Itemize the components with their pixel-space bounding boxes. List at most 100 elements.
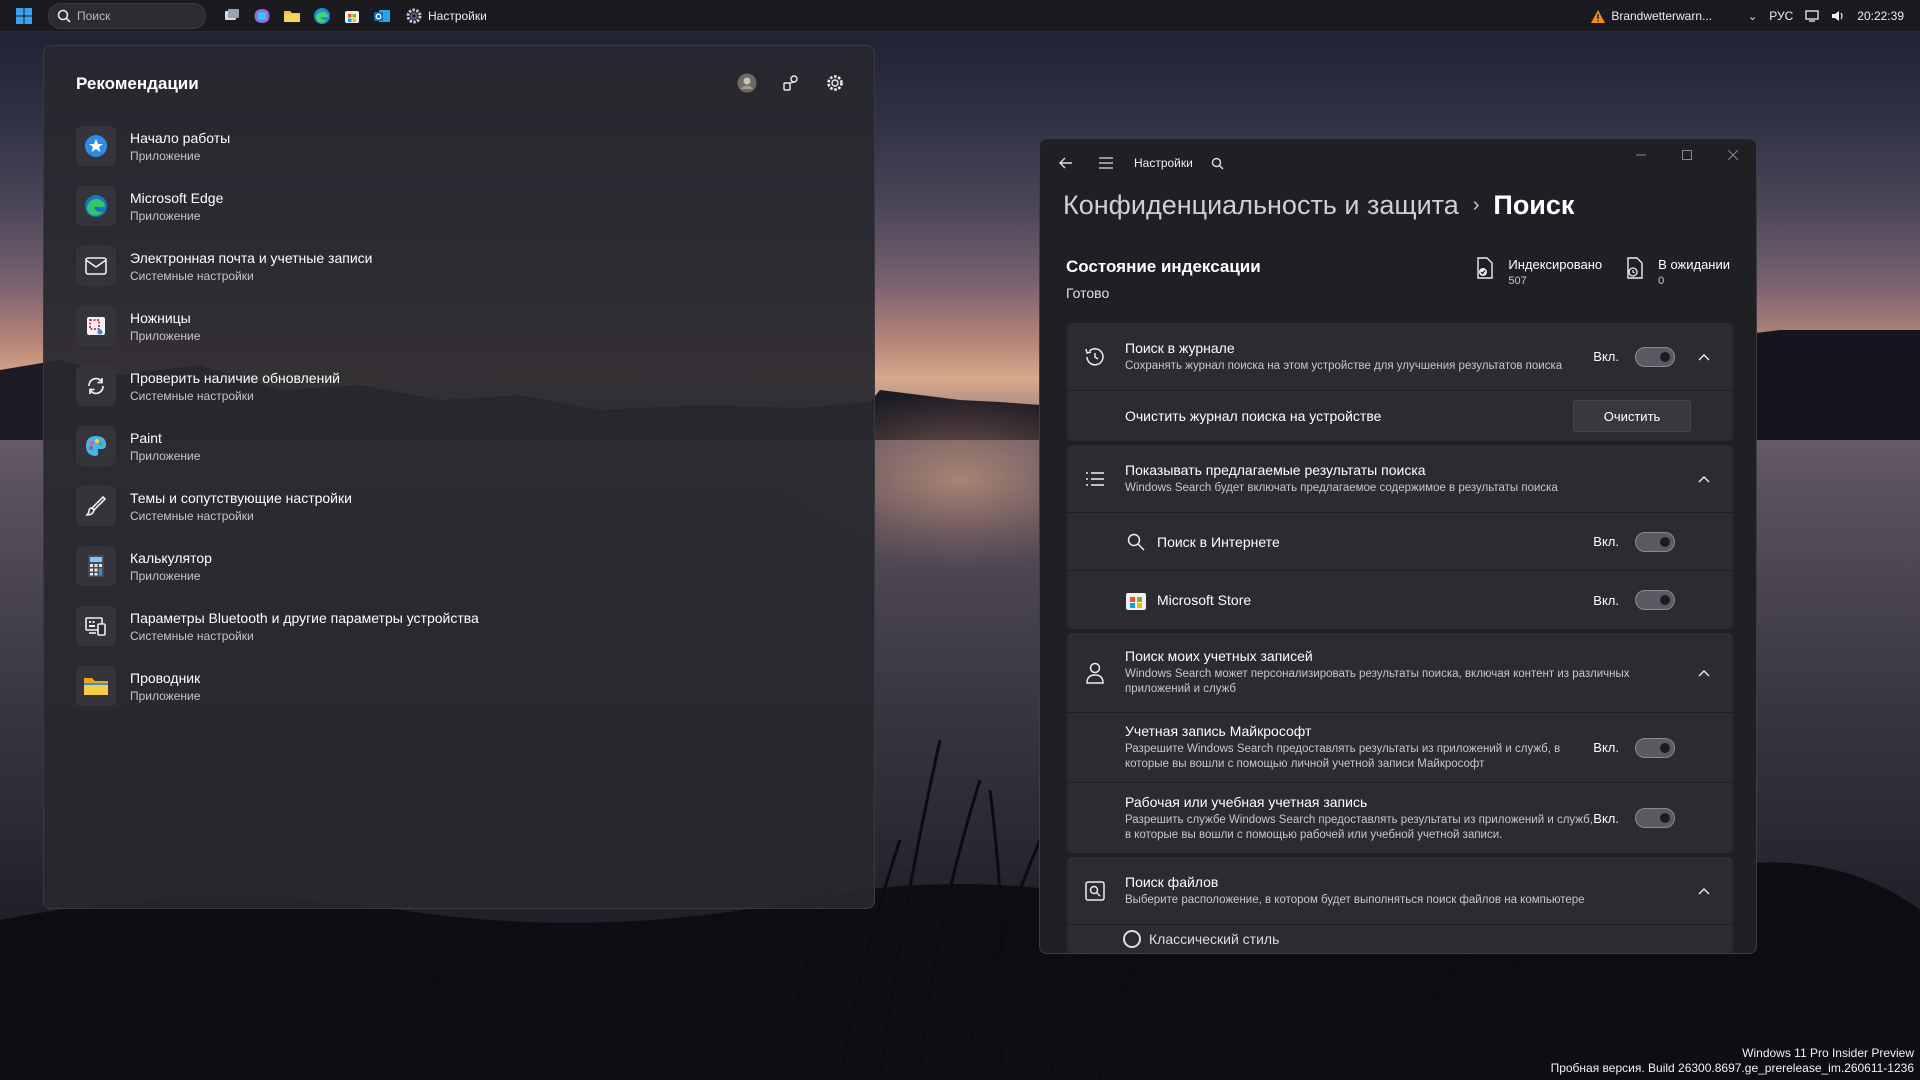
store-toggle[interactable]	[1635, 590, 1675, 610]
tray-overflow-chevron-icon[interactable]: ⌄	[1748, 10, 1757, 23]
window-controls	[1618, 139, 1756, 171]
list-item-subtitle: Приложение	[130, 448, 201, 463]
find-files-header[interactable]: Поиск файлов Выберите расположение, в ко…	[1067, 857, 1733, 925]
clock[interactable]: 20:22:39	[1857, 9, 1904, 23]
list-item-subtitle: Системные настройки	[130, 628, 254, 643]
connected-accounts-icon	[783, 75, 798, 91]
collapse-button[interactable]	[1691, 344, 1717, 370]
collapse-button[interactable]	[1691, 466, 1717, 492]
indexing-status-title: Состояние индексации	[1066, 257, 1261, 276]
list-item[interactable]: Paint Приложение	[76, 416, 836, 476]
back-arrow-icon	[1059, 157, 1072, 169]
list-item[interactable]: Калькулятор Приложение	[76, 536, 836, 596]
file-search-icon	[1081, 877, 1109, 905]
web-search-toggle[interactable]	[1635, 531, 1675, 552]
maximize-button[interactable]	[1664, 139, 1710, 171]
copilot-button[interactable]	[250, 4, 274, 28]
find-files-title: Поиск файлов	[1125, 873, 1219, 890]
search-icon	[1212, 157, 1224, 169]
settings-search-button[interactable]	[1203, 148, 1233, 178]
list-item-title: Paint	[130, 429, 162, 446]
search-icon	[1125, 531, 1147, 553]
list-item[interactable]: Электронная почта и учетные записи Систе…	[76, 236, 836, 296]
list-item[interactable]: Ножницы Приложение	[76, 296, 836, 356]
flyout-settings-button[interactable]	[824, 72, 846, 94]
weather-warning-text: Brandwetterwarn...	[1611, 9, 1713, 23]
search-history-toggle[interactable]	[1635, 346, 1675, 367]
store-button[interactable]	[340, 4, 364, 28]
page-title: Поиск	[1493, 189, 1575, 220]
find-files-card: Поиск файлов Выберите расположение, в ко…	[1067, 857, 1733, 953]
volume-icon[interactable]	[1831, 10, 1845, 22]
collapse-button[interactable]	[1691, 878, 1717, 904]
folder-icon	[76, 666, 116, 706]
search-history-header[interactable]: Поиск в журнале Сохранять журнал поиска …	[1067, 323, 1733, 391]
taskbar-settings-app[interactable]: Настройки	[400, 2, 493, 30]
chevron-up-icon	[1698, 475, 1710, 482]
close-button[interactable]	[1710, 139, 1756, 171]
radio-button[interactable]	[1123, 930, 1141, 948]
edge-button[interactable]	[310, 4, 334, 28]
navigation-menu-button[interactable]	[1086, 145, 1126, 181]
chevron-up-icon	[1698, 353, 1710, 360]
suggested-results-card: Показывать предлагаемые результаты поиск…	[1067, 445, 1733, 629]
maximize-icon	[1682, 150, 1692, 160]
settings-window: Настройки Конфиденциальность и защита › …	[1039, 138, 1757, 954]
work-account-toggle[interactable]	[1635, 808, 1675, 828]
taskbar-pinned-apps: Настройки	[220, 2, 493, 30]
weather-warning[interactable]: Brandwetterwarn...	[1591, 9, 1712, 23]
breadcrumb-parent[interactable]: Конфиденциальность и защита	[1063, 190, 1459, 221]
list-item-title: Ножницы	[130, 309, 191, 326]
clear-history-label: Очистить журнал поиска на устройстве	[1125, 408, 1382, 424]
collapse-button[interactable]	[1691, 660, 1717, 686]
window-title: Настройки	[1134, 156, 1193, 170]
list-item-title: Калькулятор	[130, 549, 212, 566]
accounts-search-header[interactable]: Поиск моих учетных записей Windows Searc…	[1067, 633, 1733, 713]
list-item[interactable]: Темы и сопутствующие настройки Системные…	[76, 476, 836, 536]
search-icon	[57, 9, 71, 23]
suggested-results-header[interactable]: Показывать предлагаемые результаты поиск…	[1067, 445, 1733, 513]
list-item-title: Темы и сопутствующие настройки	[130, 489, 352, 506]
language-indicator[interactable]: РУС	[1769, 9, 1793, 23]
outlook-button[interactable]	[370, 4, 394, 28]
clear-history-button[interactable]: Очистить	[1573, 400, 1691, 432]
person-icon	[1081, 659, 1109, 687]
classic-style-option[interactable]: Классический стиль	[1067, 925, 1733, 953]
search-history-card: Поиск в журнале Сохранять журнал поиска …	[1067, 323, 1733, 441]
task-view-button[interactable]	[220, 4, 244, 28]
network-icon[interactable]	[1805, 10, 1819, 22]
list-item-subtitle: Системные настройки	[130, 268, 254, 283]
taskbar-search-input[interactable]	[77, 8, 197, 23]
classic-style-label: Классический стиль	[1149, 931, 1280, 947]
watermark-build: Пробная версия. Build 26300.8697.ge_prer…	[1550, 1061, 1914, 1075]
back-button[interactable]	[1046, 145, 1086, 181]
chevron-up-icon	[1698, 669, 1710, 676]
taskbar: Настройки Brandwetterwarn... ⌄ РУС 20:22…	[0, 0, 1920, 32]
taskbar-search-box[interactable]	[48, 2, 206, 29]
list-item[interactable]: Microsoft Edge Приложение	[76, 176, 836, 236]
watermark-edition: Windows 11 Pro Insider Preview	[1742, 1046, 1914, 1060]
task-view-icon	[225, 8, 239, 20]
list-item[interactable]: Параметры Bluetooth и другие параметры у…	[76, 596, 836, 656]
work-account-desc: Разрешить службе Windows Search предоста…	[1125, 813, 1593, 841]
start-button[interactable]	[0, 0, 48, 32]
list-item-subtitle: Приложение	[130, 208, 201, 223]
pending-document-icon	[1627, 257, 1643, 279]
list-item-subtitle: Приложение	[130, 688, 201, 703]
search-history-desc: Сохранять журнал поиска на этом устройст…	[1125, 359, 1563, 372]
user-avatar-button[interactable]	[736, 72, 758, 94]
minimize-icon	[1636, 154, 1646, 156]
store-icon	[1125, 589, 1147, 611]
minimize-button[interactable]	[1618, 139, 1664, 171]
microsoft-account-toggle[interactable]	[1635, 737, 1675, 758]
file-explorer-button[interactable]	[280, 4, 304, 28]
os-build-watermark: Windows 11 Pro Insider Preview Пробная в…	[1551, 1046, 1914, 1076]
list-item[interactable]: Проводник Приложение	[76, 656, 836, 716]
get-started-icon	[76, 126, 116, 166]
list-item[interactable]: Проверить наличие обновлений Системные н…	[76, 356, 836, 416]
accounts-button[interactable]	[780, 72, 802, 94]
store-label: Microsoft Store	[1157, 592, 1252, 608]
outlook-icon	[374, 9, 390, 22]
list-item[interactable]: Начало работы Приложение	[76, 116, 836, 176]
gear-icon	[827, 75, 843, 91]
